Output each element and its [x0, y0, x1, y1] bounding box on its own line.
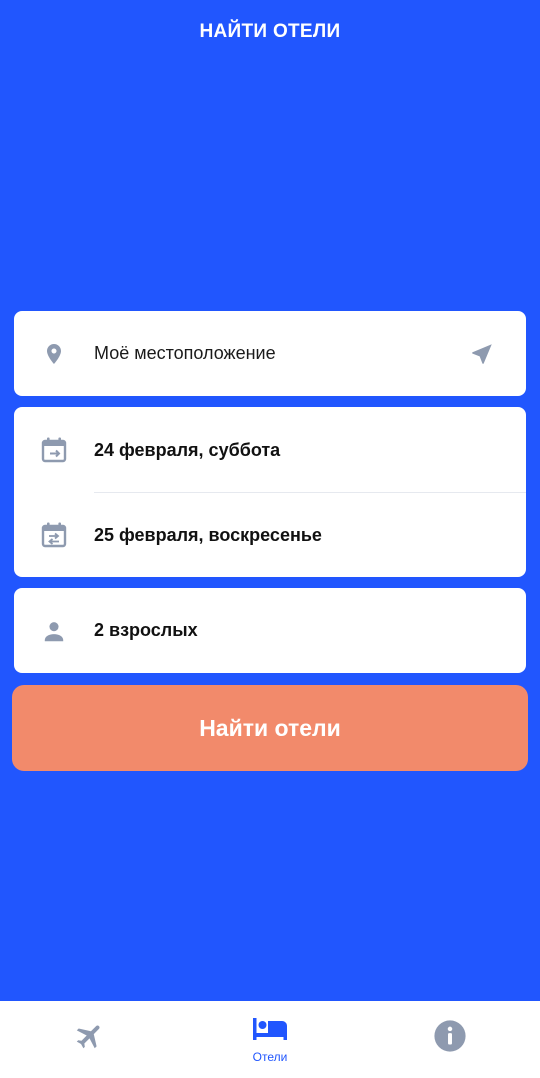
check-in-date: 24 февраля, суббота — [94, 439, 281, 460]
dates-card: 24 февраля, суббота 25 февраля, воскресе… — [14, 407, 526, 577]
calendar-check-in-icon — [40, 436, 68, 464]
nav-item-info[interactable] — [360, 1001, 540, 1078]
nav-item-hotels[interactable]: Отели — [180, 1001, 360, 1078]
page-title: НАЙТИ ОТЕЛИ — [199, 21, 341, 42]
calendar-check-out-icon — [40, 521, 68, 549]
navigation-arrow-icon[interactable] — [468, 340, 496, 368]
bottom-navigation: Отели — [0, 1001, 540, 1078]
info-icon — [433, 1019, 467, 1058]
check-out-field[interactable]: 25 февраля, воскресенье — [14, 493, 526, 577]
airplane-icon — [74, 1020, 106, 1057]
bed-icon — [251, 1015, 289, 1048]
check-in-field[interactable]: 24 февраля, суббота — [14, 407, 526, 493]
location-card: Моё местоположение — [14, 311, 526, 396]
location-label: Моё местоположение — [94, 343, 276, 363]
nav-label-hotels: Отели — [252, 1050, 288, 1064]
check-out-date: 25 февраля, воскресенье — [94, 524, 322, 545]
person-icon — [40, 617, 68, 645]
nav-item-flights[interactable] — [0, 1001, 180, 1078]
search-hotels-button[interactable]: Найти отели — [12, 685, 528, 771]
guests-card: 2 взрослых — [14, 588, 526, 673]
guests-label: 2 взрослых — [94, 620, 198, 640]
location-pin-icon — [40, 340, 68, 368]
guests-field[interactable]: 2 взрослых — [14, 588, 526, 673]
location-field[interactable]: Моё местоположение — [14, 311, 526, 396]
